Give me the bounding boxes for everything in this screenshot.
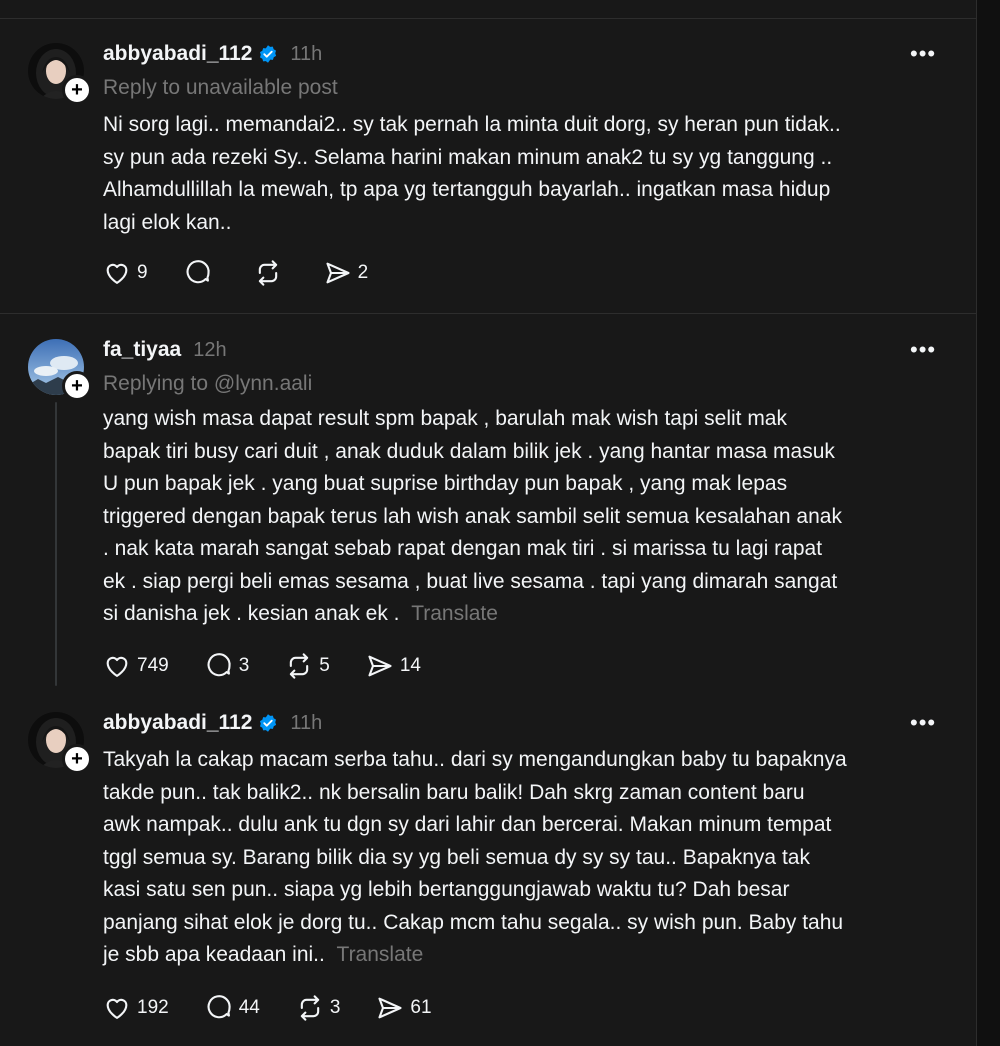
post-line: . nak kata marah sangat sebab rapat deng… [103,537,823,560]
repost-icon [258,260,277,286]
share-button[interactable]: 61 [376,994,432,1022]
repost-count: 3 [329,997,341,1018]
divider [0,18,976,19]
heart-icon [106,263,128,284]
post-line: ek . siap pergi beli emas sesama , buat … [103,569,838,593]
follow-plus-icon[interactable]: + [62,744,92,774]
timestamp: 11h [290,42,323,65]
comment-icon [207,653,231,677]
post-line: Alhamdullillah la mewah, tp apa yg terta… [103,178,831,201]
translate-link[interactable]: Translate [337,943,424,966]
share-icon [326,262,350,284]
username[interactable]: abbyabadi_112 [103,711,252,735]
post-line: U pun bapak jek . yang buat suprise birt… [103,472,788,495]
comment-button[interactable]: 44 [205,994,260,1022]
action-bar: 192 44 3 61 [103,993,468,1023]
post-line: tggl semua sy. Barang bilik dia sy yg be… [103,845,810,869]
comment-icon [207,995,231,1019]
heart-icon [106,998,128,1019]
share-button[interactable]: 2 [324,259,369,287]
more-options-icon[interactable]: ••• [910,339,942,361]
comment-icon [186,260,210,284]
post-line: je sbb apa keadaan ini.. [103,943,325,966]
like-count: 9 [137,262,148,283]
post-line: si danisha jek . kesian anak ek . [103,602,400,625]
verified-badge-icon [258,44,278,64]
repost-button[interactable]: 5 [285,652,330,680]
follow-plus-icon[interactable]: + [62,371,92,401]
post-body: yang wish masa dapat result spm bapak , … [103,403,953,631]
reply-context[interactable]: Reply to unavailable post [103,76,338,100]
repost-icon [300,995,320,1021]
action-bar: 9 2 [103,258,404,288]
comment-button[interactable] [184,259,218,287]
like-count: 749 [137,655,169,676]
share-icon [368,655,392,677]
heart-icon [106,656,128,677]
share-count: 61 [410,997,432,1018]
post-line: takde pun.. tak balik2.. nk bersalin bar… [103,780,805,804]
more-options-icon[interactable]: ••• [910,43,942,65]
verified-badge-icon [258,713,278,733]
comment-button[interactable]: 3 [205,652,250,680]
comment-count: 3 [238,655,250,676]
post-line: bapak tiri busy cari duit , anak duduk d… [103,439,835,463]
like-button[interactable]: 192 [103,994,169,1022]
like-button[interactable]: 9 [103,259,148,287]
like-button[interactable]: 749 [103,652,169,680]
translate-link[interactable]: Translate [411,602,498,625]
post-line: sy pun ada rezeki Sy.. Selama harini mak… [103,145,833,169]
repost-button[interactable]: 3 [296,994,341,1022]
action-bar: 749 3 5 14 [103,651,457,681]
post-body: Takyah la cakap macam serba tahu.. dari … [103,744,953,972]
reply-context[interactable]: Replying to @lynn.aali [103,372,312,396]
repost-count: 5 [319,655,330,676]
like-count: 192 [137,997,169,1018]
timestamp: 11h [290,711,323,734]
repost-button[interactable] [254,259,288,287]
repost-icon [290,653,309,679]
username[interactable]: abbyabadi_112 [103,42,252,66]
post-body: Ni sorg lagi.. memandai2.. sy tak pernah… [103,109,953,239]
comment-count: 44 [238,997,260,1018]
post-line: lagi elok kan.. [103,210,232,234]
post-line: Takyah la cakap macam serba tahu.. dari … [103,748,847,771]
post-line: Ni sorg lagi.. memandai2.. sy tak pernah… [103,113,841,136]
post-line: panjang sihat elok je dorg tu.. Cakap mc… [103,910,844,934]
divider [0,313,976,314]
share-button[interactable]: 14 [366,652,421,680]
threads-feed: + abbyabadi_112 11h ••• Reply to unavail… [0,0,977,1046]
username[interactable]: fa_tiyaa [103,338,181,362]
share-icon [378,997,402,1019]
more-options-icon[interactable]: ••• [910,712,942,734]
follow-plus-icon[interactable]: + [62,75,92,105]
post-line: awk nampak.. dulu ank tu dgn sy dari lah… [103,813,832,836]
post-line: yang wish masa dapat result spm bapak , … [103,407,787,430]
post-line: kasi satu sen pun.. siapa yg lebih berta… [103,878,790,901]
share-count: 2 [357,262,369,283]
thread-line [55,402,57,686]
share-count: 14 [399,655,421,676]
timestamp: 12h [193,338,227,361]
post-line: triggered dengan bapak terus lah wish an… [103,504,842,528]
